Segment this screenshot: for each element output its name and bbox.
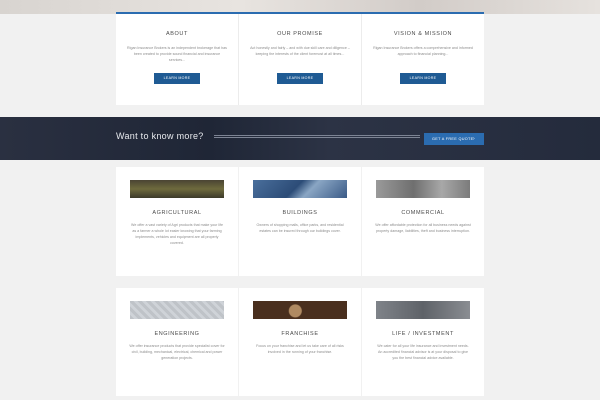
commercial-photo [376, 180, 470, 198]
cta-heading: Want to know more? [116, 131, 204, 141]
cta-banner: Want to know more? [0, 117, 600, 160]
chevron-right-icon: › [473, 136, 475, 142]
card-title: ENGINEERING [154, 331, 200, 337]
card-title: AGRICULTURAL [152, 210, 202, 216]
franchise-photo [253, 301, 347, 319]
learn-more-button-vision[interactable]: LEARN MORE [400, 73, 446, 84]
promise-text: Act honestly and fairly – and with due s… [250, 46, 350, 56]
about-column: ABOUT Rigan Insurance Brokers is an inde… [116, 14, 239, 105]
free-quote-button[interactable]: GET A FREE QUOTE › [424, 133, 484, 145]
learn-more-button-promise[interactable]: LEARN MORE [277, 73, 323, 84]
about-text: Rigan Insurance Brokers is an independen… [127, 46, 227, 62]
promise-title: OUR PROMISE [277, 31, 323, 37]
card-text: Focus on your franchise and let us take … [256, 344, 344, 354]
vision-text: Rigan Insurance Brokers offers a compreh… [373, 46, 473, 56]
service-card-buildings[interactable]: BUILDINGS Owners of shopping malls, offi… [239, 167, 361, 276]
vision-title: VISION & MISSION [393, 31, 453, 37]
services-row-1: AGRICULTURAL We offer a vast variety of … [116, 167, 484, 276]
service-card-franchise[interactable]: FRANCHISE Focus on your franchise and le… [239, 288, 361, 396]
card-text: We cater for all your life insurance and… [377, 344, 469, 360]
engineering-photo [130, 301, 224, 319]
buildings-photo [253, 180, 347, 198]
life-investment-photo [376, 301, 470, 319]
cta-divider [214, 135, 420, 138]
promise-column: OUR PROMISE Act honestly and fairly – an… [239, 14, 362, 105]
card-text: We offer affordable protection for all b… [375, 223, 471, 233]
agriculture-photo [130, 180, 224, 198]
about-title: ABOUT [166, 31, 188, 37]
card-title: LIFE / INVESTMENT [392, 331, 454, 337]
card-title: COMMERCIAL [401, 210, 445, 216]
vision-column: VISION & MISSION Rigan Insurance Brokers… [362, 14, 484, 105]
service-card-agricultural[interactable]: AGRICULTURAL We offer a vast variety of … [116, 167, 238, 276]
card-title: BUILDINGS [282, 210, 318, 216]
about-section: ABOUT Rigan Insurance Brokers is an inde… [116, 12, 484, 105]
learn-more-button-about[interactable]: LEARN MORE [154, 73, 200, 84]
service-card-commercial[interactable]: COMMERCIAL We offer affordable protectio… [362, 167, 484, 276]
service-card-engineering[interactable]: ENGINEERING We offer insurance products … [116, 288, 238, 396]
card-title: FRANCHISE [281, 331, 319, 337]
card-text: Owners of shopping malls, office parks, … [256, 223, 344, 233]
card-text: We offer a vast variety of Agri products… [131, 223, 223, 245]
card-text: We offer insurance products that provide… [129, 344, 225, 360]
free-quote-label: GET A FREE QUOTE [432, 137, 474, 141]
service-card-life-investment[interactable]: LIFE / INVESTMENT We cater for all your … [362, 288, 484, 396]
services-row-2: ENGINEERING We offer insurance products … [116, 288, 484, 396]
